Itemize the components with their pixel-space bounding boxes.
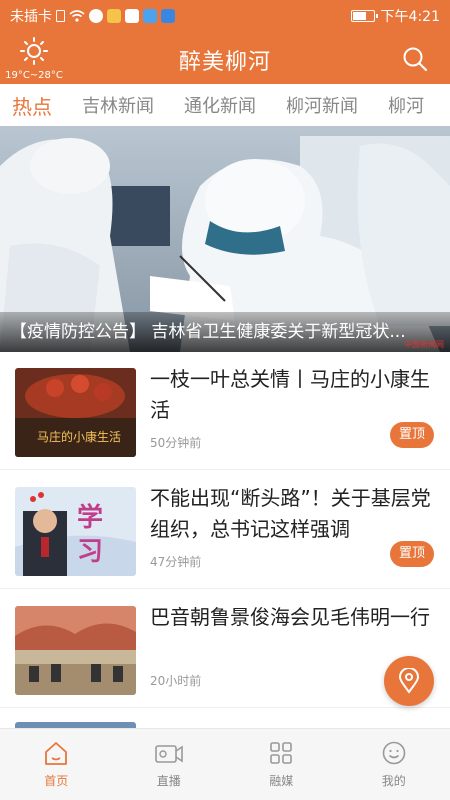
clock: 下午4:21 (380, 9, 440, 25)
nav-home[interactable]: 首页 (0, 729, 113, 800)
tab-hot[interactable]: 热点 (12, 91, 52, 120)
news-item[interactable]: 马庄的小康生活 一枝一叶总关情丨马庄的小康生活 50分钟前 置顶 (0, 352, 450, 470)
bottom-navigation: 首页 直播 融媒 我的 (0, 728, 450, 800)
news-thumbnail: 学 习 (15, 487, 136, 576)
sim-icon (56, 10, 65, 22)
location-pin-icon (398, 668, 420, 694)
news-time: 47分钟前 (150, 555, 202, 569)
tab-liuhe-news[interactable]: 柳河新闻 (286, 92, 358, 118)
status-bar: 未插卡 下午4:21 (0, 0, 450, 32)
nav-media-label: 融媒 (269, 774, 294, 788)
home-icon (45, 742, 68, 765)
tab-tonghua-news[interactable]: 通化新闻 (184, 92, 256, 118)
pinned-badge: 置顶 (390, 541, 434, 567)
nav-profile[interactable]: 我的 (338, 729, 450, 800)
app-icon (107, 9, 121, 23)
banner-watermark: 中国新闻网 (404, 340, 444, 349)
search-icon (403, 47, 428, 72)
news-headline: 不能出现“断头路”！关于基层党组织，总书记这样强调 (150, 486, 431, 541)
smile-icon (382, 741, 406, 765)
nav-media[interactable]: 融媒 (225, 729, 338, 800)
nav-profile-label: 我的 (381, 774, 406, 788)
banner-caption: 【疫情防控公告】 吉林省卫生健康委关于新型冠状... (0, 312, 450, 352)
tab-jilin-news[interactable]: 吉林新闻 (82, 92, 154, 118)
tab-liuhe[interactable]: 柳河 (388, 92, 424, 118)
weibo-icon (89, 9, 103, 23)
location-button[interactable] (384, 656, 434, 706)
nav-home-label: 首页 (44, 774, 69, 788)
news-time: 50分钟前 (150, 436, 202, 450)
nav-live[interactable]: 直播 (113, 729, 226, 800)
nav-live-label: 直播 (156, 774, 181, 788)
battery-icon (350, 10, 378, 22)
banner-carousel[interactable]: 【疫情防控公告】 吉林省卫生健康委关于新型冠状... 中国新闻网 (0, 126, 450, 352)
news-time: 20小时前 (150, 674, 202, 688)
search-button[interactable] (402, 46, 428, 76)
news-item[interactable]: 学 习 不能出现“断头路”！关于基层党组织，总书记这样强调 47分钟前 置顶 (0, 471, 450, 589)
camera-icon (154, 745, 183, 763)
news-headline: 一枝一叶总关情丨马庄的小康生活 (150, 367, 430, 422)
news-thumbnail: 马庄的小康生活 (15, 368, 136, 457)
pinned-badge: 置顶 (390, 422, 434, 448)
news-thumbnail-text: 学 习 (77, 503, 104, 567)
grid-icon (270, 742, 293, 764)
news-thumbnail (15, 606, 136, 695)
wifi-icon (69, 10, 85, 22)
app-title: 醉美柳河 (178, 50, 271, 75)
people-icon (161, 9, 175, 23)
book-icon (125, 9, 139, 23)
carrier-text: 未插卡 (10, 9, 52, 25)
news-item[interactable]: 巴音朝鲁景俊海会见毛伟明一行 20小时前 (0, 590, 450, 708)
news-headline: 巴音朝鲁景俊海会见毛伟明一行 (150, 605, 430, 629)
browser-icon (143, 9, 157, 23)
category-tabs: 热点 吉林新闻 通化新闻 柳河新闻 柳河 (0, 84, 450, 126)
app-header: 19°C~28°C 醉美柳河 (0, 32, 450, 84)
news-thumbnail-text: 马庄的小康生活 (37, 430, 122, 444)
